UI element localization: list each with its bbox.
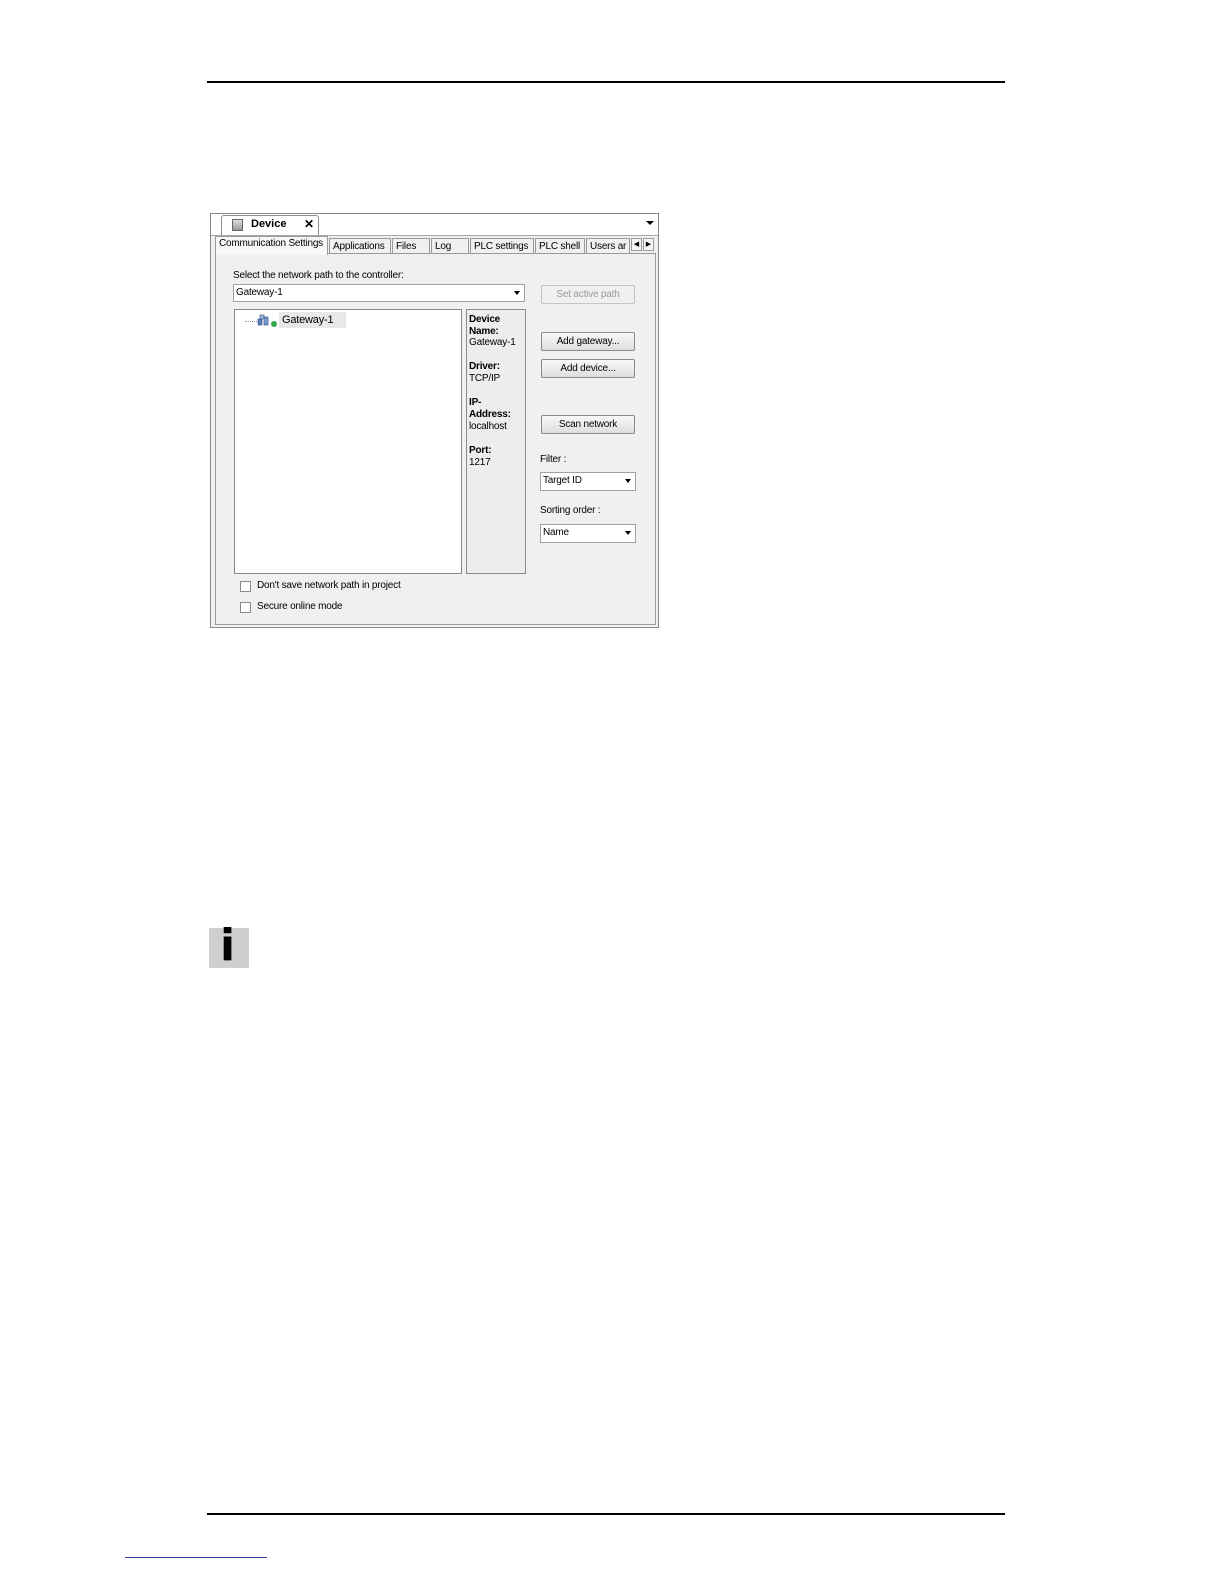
ip-address-value: localhost (469, 421, 507, 432)
gateway-icon (257, 314, 269, 326)
tab-files[interactable]: Files (392, 238, 430, 254)
communication-settings-panel: Select the network path to the controlle… (215, 253, 656, 625)
chevron-down-icon (514, 291, 520, 295)
info-icon: i (209, 920, 249, 971)
port-key: Port: (469, 445, 492, 456)
ip-address-key: IP-Address: (469, 397, 511, 420)
tab-plc-settings[interactable]: PLC settings (470, 238, 534, 254)
footer-rule (207, 1513, 1005, 1515)
device-name-key: Device Name: (469, 314, 501, 337)
network-path-label: Select the network path to the controlle… (233, 270, 404, 281)
filter-select[interactable]: Target ID (540, 472, 636, 491)
scan-network-button[interactable]: Scan network (541, 415, 635, 434)
filter-value: Target ID (543, 475, 582, 486)
chevron-down-icon (625, 479, 631, 483)
device-name-value: Gateway-1 (469, 337, 516, 348)
close-icon[interactable]: ✕ (304, 217, 314, 231)
sorting-order-value: Name (543, 527, 569, 538)
network-tree[interactable]: Gateway-1 (234, 309, 462, 574)
online-status-icon (271, 321, 277, 327)
sorting-order-select[interactable]: Name (540, 524, 636, 543)
network-path-value: Gateway-1 (236, 287, 283, 298)
footer-link-underline[interactable] (125, 1557, 267, 1558)
tab-plc-shell[interactable]: PLC shell (535, 238, 585, 254)
tab-applications[interactable]: Applications (329, 238, 391, 254)
driver-value: TCP/IP (469, 373, 501, 384)
window-menu-dropdown-icon[interactable] (646, 221, 654, 225)
tree-node-gateway[interactable]: Gateway-1 (282, 314, 334, 326)
set-active-path-button[interactable]: Set active path (541, 285, 635, 304)
tab-scroll-right-icon[interactable]: ▶ (643, 238, 654, 251)
secure-online-mode-label: Secure online mode (257, 601, 343, 612)
device-info-pane: Device Name: Gateway-1 Driver: TCP/IP IP… (466, 309, 526, 574)
tab-users-and-groups[interactable]: Users ar (586, 238, 630, 254)
chevron-down-icon (625, 531, 631, 535)
add-device-button[interactable]: Add device... (541, 359, 635, 378)
driver-key: Driver: (469, 361, 500, 372)
sorting-order-label: Sorting order : (540, 505, 601, 516)
header-rule (207, 81, 1005, 83)
dont-save-path-checkbox[interactable] (240, 581, 251, 592)
tab-communication-settings[interactable]: Communication Settings (215, 236, 328, 255)
device-editor-window: Device ✕ Communication Settings Applicat… (210, 213, 659, 628)
info-glyph: i (220, 920, 236, 971)
filter-label: Filter : (540, 454, 567, 465)
tree-connector (245, 321, 257, 322)
document-tab-bar: Device ✕ (211, 214, 658, 236)
device-tabs: Communication Settings Applications File… (215, 236, 655, 255)
tab-scroll-left-icon[interactable]: ◀ (631, 238, 642, 251)
device-tab-title: Device (251, 218, 287, 230)
dont-save-path-label: Don't save network path in project (257, 580, 401, 591)
device-icon (232, 219, 243, 231)
port-value: 1217 (469, 457, 491, 468)
add-gateway-button[interactable]: Add gateway... (541, 332, 635, 351)
secure-online-mode-checkbox[interactable] (240, 602, 251, 613)
tab-log[interactable]: Log (431, 238, 469, 254)
device-document-tab[interactable]: Device ✕ (221, 215, 319, 235)
network-path-combo[interactable]: Gateway-1 (233, 284, 525, 302)
